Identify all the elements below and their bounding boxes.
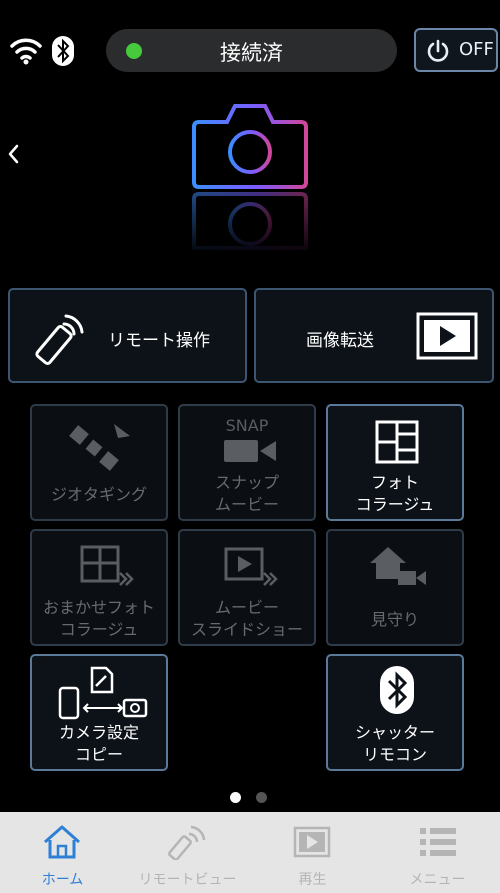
tile-label: 見守り <box>370 610 419 629</box>
tile-label: ジオタギング <box>50 485 147 504</box>
remote-icon <box>168 825 206 860</box>
remote-control-label: リモート操作 <box>108 331 210 351</box>
tab-bar: ホーム リモートビュー 再生 メニュー <box>0 812 500 893</box>
wifi-icon <box>10 38 42 65</box>
tile-monitoring[interactable]: 見守り <box>326 529 464 646</box>
tile-label-line2: コピー <box>74 745 123 764</box>
connection-label: 接続済 <box>220 41 283 65</box>
tab-label: ホーム <box>41 872 84 888</box>
tile-label-line2: コラージュ <box>355 495 435 514</box>
tile-label-line1: フォト <box>370 473 419 492</box>
tile-label-line2: リモコン <box>362 745 427 764</box>
tile-auto-photo-collage[interactable]: おまかせフォト コラージュ <box>30 529 168 646</box>
movie-icon <box>224 440 276 462</box>
page-indicator <box>0 792 500 804</box>
image-transfer-button[interactable]: 画像転送 <box>254 288 494 383</box>
tile-label-line1: カメラ設定 <box>58 723 139 742</box>
settings-copy-icon <box>58 666 148 720</box>
tab-label: リモートビュー <box>138 872 237 888</box>
page-dot[interactable] <box>256 792 267 803</box>
home-icon <box>44 825 80 859</box>
satellite-icon <box>69 424 130 471</box>
tab-playback[interactable]: 再生 <box>250 812 375 893</box>
tab-home[interactable]: ホーム <box>0 812 125 893</box>
power-label: OFF <box>459 39 494 60</box>
tile-snap-movie[interactable]: SNAP スナップ ムービー <box>178 404 316 521</box>
tile-shutter-remote[interactable]: シャッター リモコン <box>326 654 464 771</box>
tile-photo-collage[interactable]: フォト コラージュ <box>326 404 464 521</box>
remote-icon <box>35 314 84 365</box>
bluetooth-icon <box>380 666 414 714</box>
tab-label: メニュー <box>409 872 466 888</box>
playback-icon <box>293 826 331 858</box>
tile-label-line2: スライドショー <box>190 620 303 639</box>
auto-collage-icon <box>80 545 134 586</box>
tile-label-line1: シャッター <box>354 723 435 742</box>
tab-menu[interactable]: メニュー <box>375 812 500 893</box>
tile-movie-slideshow[interactable]: ムービー スライドショー <box>178 529 316 646</box>
tile-label-line2: ムービー <box>214 495 279 514</box>
tile-label-line1: おまかせフォト <box>42 598 155 617</box>
tile-label-line1: ムービー <box>214 598 279 617</box>
power-off-button[interactable]: OFF <box>414 28 498 72</box>
tab-remote-view[interactable]: リモートビュー <box>125 812 250 893</box>
slideshow-icon <box>224 547 278 586</box>
status-bar: 接続済 OFF <box>0 0 500 100</box>
tile-label-line1: スナップ <box>214 473 279 492</box>
snap-icon-text: SNAP <box>225 416 269 435</box>
tile-label-line2: コラージュ <box>59 620 139 639</box>
tile-geotagging[interactable]: ジオタギング <box>30 404 168 521</box>
tab-label: 再生 <box>298 872 327 888</box>
camera-hero-icon <box>192 104 308 250</box>
home-camera-icon <box>370 547 426 585</box>
image-transfer-label: 画像転送 <box>306 331 374 351</box>
connection-status: 接続済 <box>106 29 397 72</box>
bluetooth-icon <box>52 36 74 66</box>
collage-icon <box>375 420 419 464</box>
menu-list-icon <box>420 828 456 856</box>
remote-control-button[interactable]: リモート操作 <box>8 288 247 383</box>
power-icon <box>427 39 449 62</box>
page-dot-active <box>230 792 241 803</box>
play-screen-icon <box>416 312 478 360</box>
back-chevron-icon[interactable] <box>4 140 22 168</box>
tile-camera-settings-copy[interactable]: カメラ設定 コピー <box>30 654 168 771</box>
